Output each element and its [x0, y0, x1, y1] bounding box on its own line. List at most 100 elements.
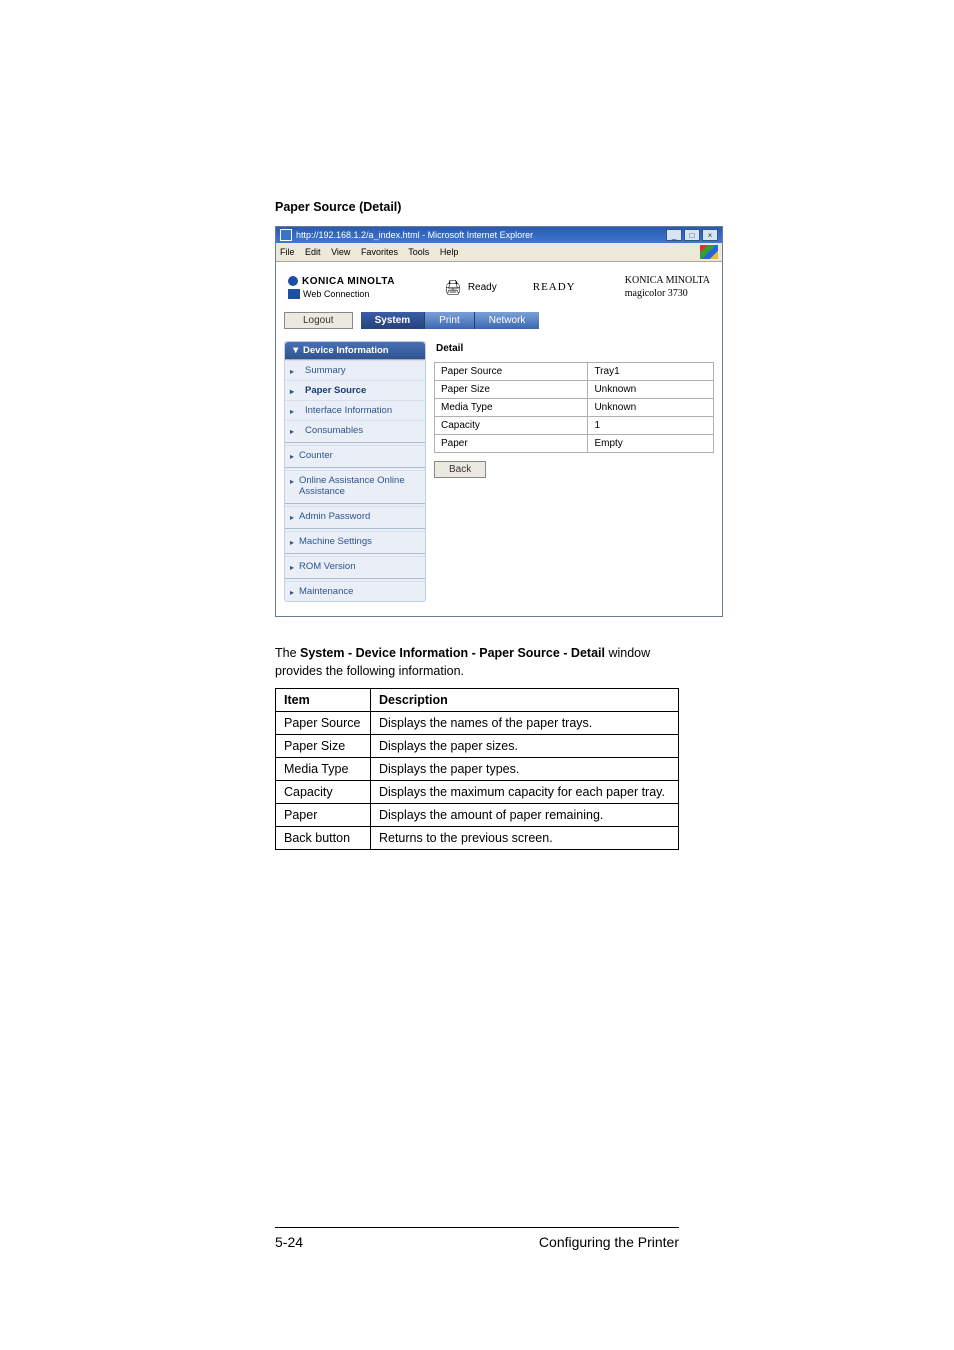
back-button[interactable]: Back	[434, 461, 486, 478]
arrow-icon: ▸	[290, 452, 294, 461]
arrow-icon: ▸	[290, 538, 294, 547]
sidebar-item-admin-password[interactable]: ▸ Admin Password	[285, 506, 425, 526]
menu-file[interactable]: File	[280, 247, 295, 257]
sidebar-item-maintenance[interactable]: ▸ Maintenance	[285, 581, 425, 601]
page-footer: 5-24 Configuring the Printer	[275, 1227, 679, 1250]
sidebar-item-consumables[interactable]: ▸Consumables	[285, 420, 425, 440]
footer-label: Configuring the Printer	[539, 1234, 679, 1250]
detail-label: Capacity	[435, 417, 588, 435]
detail-value: Unknown	[588, 381, 714, 399]
brand-name: KONICA MINOLTA	[302, 276, 395, 287]
sidebar-item-online-assistance[interactable]: ▸Online Assistance Online Assistance	[285, 470, 425, 501]
body-paragraph: The System - Device Information - Paper …	[275, 645, 679, 680]
menu-tools[interactable]: Tools	[408, 247, 429, 257]
info-item: Paper	[276, 804, 371, 827]
info-item: Paper Size	[276, 735, 371, 758]
status-block: 🖨 Ready READY	[444, 279, 576, 296]
sidebar-item-interface-info[interactable]: ▸ Interface Information	[285, 400, 425, 420]
info-table: Item Description Paper SourceDisplays th…	[275, 688, 679, 850]
table-row: PaperDisplays the amount of paper remain…	[276, 804, 679, 827]
sidebar-item-label: Machine Settings	[299, 536, 372, 547]
body-bold: System - Device Information - Paper Sour…	[300, 646, 605, 660]
sidebar-item-summary[interactable]: ▸Summary	[285, 360, 425, 380]
close-button[interactable]: ×	[702, 229, 718, 241]
detail-value: Unknown	[588, 399, 714, 417]
table-row: Paper SizeDisplays the paper sizes.	[276, 735, 679, 758]
sidebar-item-label: Interface Information	[305, 405, 392, 416]
info-header-item: Item	[276, 689, 371, 712]
browser-window: http://192.168.1.2/a_index.html - Micros…	[275, 226, 723, 617]
device-name-block: KONICA MINOLTA magicolor 3730	[625, 274, 710, 300]
brand-block: KONICA MINOLTA Web Connection	[288, 276, 395, 299]
detail-value: 1	[588, 417, 714, 435]
tab-print[interactable]: Print	[425, 312, 475, 329]
detail-value: Tray1	[588, 363, 714, 381]
minimize-button[interactable]: _	[666, 229, 682, 241]
arrow-icon: ▸	[290, 563, 294, 572]
info-item: Paper Source	[276, 712, 371, 735]
info-desc: Displays the paper sizes.	[370, 735, 678, 758]
device-model: magicolor 3730	[625, 287, 710, 300]
logout-button[interactable]: Logout	[284, 312, 353, 329]
main-pane: Detail Paper SourceTray1 Paper SizeUnkno…	[434, 341, 714, 602]
table-row: Paper SourceDisplays the names of the pa…	[276, 712, 679, 735]
arrow-icon: ▸	[290, 477, 294, 486]
info-desc: Displays the names of the paper trays.	[370, 712, 678, 735]
info-desc: Displays the maximum capacity for each p…	[370, 781, 678, 804]
sidebar-item-label: Summary	[305, 365, 346, 376]
info-item: Media Type	[276, 758, 371, 781]
page-number: 5-24	[275, 1234, 303, 1250]
printer-icon: 🖨	[444, 279, 462, 296]
info-desc: Displays the amount of paper remaining.	[370, 804, 678, 827]
sidebar-item-paper-source[interactable]: ▸ Paper Source	[285, 380, 425, 400]
device-brand: KONICA MINOLTA	[625, 274, 710, 287]
status-big: READY	[533, 281, 576, 293]
table-row: Media TypeUnknown	[435, 399, 714, 417]
arrow-icon: ▸	[290, 387, 294, 396]
detail-label: Paper	[435, 435, 588, 453]
info-desc: Returns to the previous screen.	[370, 827, 678, 850]
window-title: http://192.168.1.2/a_index.html - Micros…	[296, 230, 533, 240]
sidebar-item-label: Maintenance	[299, 586, 353, 597]
brand-dot-icon	[288, 276, 298, 286]
browser-menubar: File Edit View Favorites Tools Help	[276, 243, 722, 262]
table-row: CapacityDisplays the maximum capacity fo…	[276, 781, 679, 804]
sidebar-group-device-info[interactable]: ▼ Device Information	[285, 342, 425, 360]
arrow-icon: ▸	[290, 407, 294, 416]
pagescope-icon	[288, 289, 300, 299]
table-row: Media TypeDisplays the paper types.	[276, 758, 679, 781]
info-item: Capacity	[276, 781, 371, 804]
maximize-button[interactable]: □	[684, 229, 700, 241]
browser-titlebar: http://192.168.1.2/a_index.html - Micros…	[276, 227, 722, 243]
tab-network[interactable]: Network	[475, 312, 540, 329]
menu-favorites[interactable]: Favorites	[361, 247, 398, 257]
table-row: Back buttonReturns to the previous scree…	[276, 827, 679, 850]
section-title: Paper Source (Detail)	[275, 200, 679, 214]
detail-label: Paper Size	[435, 381, 588, 399]
windows-flag-icon	[700, 245, 718, 259]
menu-view[interactable]: View	[331, 247, 350, 257]
info-desc: Displays the paper types.	[370, 758, 678, 781]
detail-table: Paper SourceTray1 Paper SizeUnknown Medi…	[434, 362, 714, 453]
arrow-icon: ▸	[290, 513, 294, 522]
body-pre: The	[275, 646, 300, 660]
tab-system[interactable]: System	[361, 312, 426, 329]
sidebar-item-label: Admin Password	[299, 511, 370, 522]
sidebar-item-label: ROM Version	[299, 561, 356, 572]
detail-title: Detail	[434, 341, 714, 362]
table-row: Paper SizeUnknown	[435, 381, 714, 399]
menu-help[interactable]: Help	[440, 247, 459, 257]
table-row: Paper SourceTray1	[435, 363, 714, 381]
table-row: Capacity1	[435, 417, 714, 435]
sidebar-item-rom-version[interactable]: ▸ ROM Version	[285, 556, 425, 576]
sidebar-item-counter[interactable]: ▸Counter	[285, 445, 425, 465]
info-header-description: Description	[370, 689, 678, 712]
table-row: PaperEmpty	[435, 435, 714, 453]
detail-label: Media Type	[435, 399, 588, 417]
sidebar-item-label: Paper Source	[305, 385, 366, 396]
menu-edit[interactable]: Edit	[305, 247, 321, 257]
status-small: Ready	[468, 282, 497, 293]
sidebar-item-machine-settings[interactable]: ▸ Machine Settings	[285, 531, 425, 551]
arrow-icon: ▸	[290, 588, 294, 597]
info-item: Back button	[276, 827, 371, 850]
